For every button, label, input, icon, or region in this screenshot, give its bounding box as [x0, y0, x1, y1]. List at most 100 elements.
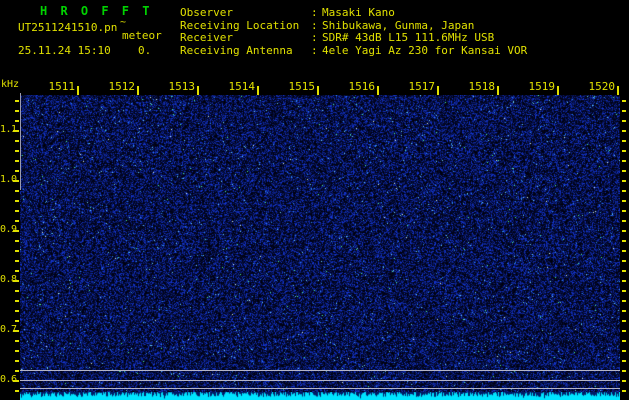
field-separator: : [311, 31, 318, 44]
freq-tick-minor [15, 120, 19, 122]
freq-tick-minor [15, 110, 19, 112]
time-tick-label: 1513 [155, 80, 195, 93]
freq-tick-right [622, 310, 626, 312]
freq-tick-right [622, 200, 626, 202]
field-label: Receiving Antenna [180, 44, 293, 57]
freq-tick-minor [15, 210, 19, 212]
freq-tick-right [622, 170, 626, 172]
freq-tick-right [622, 250, 626, 252]
freq-tick-minor [15, 290, 19, 292]
freq-tick-minor [15, 350, 19, 352]
reference-line [20, 380, 620, 381]
time-tick [557, 86, 559, 95]
field-separator: : [311, 19, 318, 32]
freq-tick-minor [15, 260, 19, 262]
freq-tick-minor [15, 370, 19, 372]
freq-tick-right [622, 220, 626, 222]
time-tick-label: 1516 [335, 80, 375, 93]
freq-tick-minor [15, 310, 19, 312]
time-tick [497, 86, 499, 95]
freq-tick-right [622, 150, 626, 152]
time-tick [197, 86, 199, 95]
field-label: Receiving Location [180, 19, 299, 32]
freq-tick-minor [15, 170, 19, 172]
freq-tick-right [622, 130, 626, 132]
time-tick [617, 86, 619, 95]
freq-tick-right [622, 350, 626, 352]
freq-tick-minor [15, 250, 19, 252]
freq-tick-minor [15, 270, 19, 272]
freq-tick-minor [15, 320, 19, 322]
field-value: Masaki Kano [322, 6, 395, 19]
reference-line [20, 388, 620, 389]
freq-tick-minor [15, 150, 19, 152]
freq-tick-minor [15, 190, 19, 192]
freq-tick-right [622, 300, 626, 302]
freq-tick-right [622, 110, 626, 112]
time-tick-label: 1512 [95, 80, 135, 93]
freq-tick-minor [15, 240, 19, 242]
field-value: SDR# 43dB L15 111.6MHz USB [322, 31, 494, 44]
freq-tick-right [622, 230, 626, 232]
freq-tick-right [622, 190, 626, 192]
freq-tick-right [622, 180, 626, 182]
freq-tick-right [622, 210, 626, 212]
station-info-row: Receiving Location: Shibukawa, Gunma, Jap… [0, 19, 629, 31]
time-tick-label: 1511 [35, 80, 75, 93]
time-tick-label: 1514 [215, 80, 255, 93]
freq-tick-right [622, 100, 626, 102]
spectrogram-canvas [20, 95, 620, 393]
signal-level-strip [20, 392, 620, 400]
freq-tick-minor [15, 300, 19, 302]
time-tick-label: 1519 [515, 80, 555, 93]
freq-tick-major [13, 180, 19, 182]
time-tick [257, 86, 259, 95]
station-info-row: Observer: Masaki Kano [0, 6, 629, 18]
freq-tick-right [622, 280, 626, 282]
time-tick [137, 86, 139, 95]
freq-tick-right [622, 140, 626, 142]
freq-tick-right [622, 360, 626, 362]
freq-tick-right [622, 290, 626, 292]
field-separator: : [311, 44, 318, 57]
freq-tick-right [622, 340, 626, 342]
freq-tick-right [622, 320, 626, 322]
freq-tick-right [622, 160, 626, 162]
hrofft-window: H R O F F T UT2511241510.pn ~ meteor 25.… [0, 0, 629, 400]
freq-tick-major [13, 230, 19, 232]
y-axis-unit-label: kHz [1, 79, 19, 90]
station-info-row: Receiver: SDR# 43dB L15 111.6MHz USB [0, 31, 629, 43]
field-label: Receiver [180, 31, 233, 44]
time-tick-label: 1520 [575, 80, 615, 93]
freq-tick-major [13, 380, 19, 382]
time-tick [317, 86, 319, 95]
time-tick [437, 86, 439, 95]
time-tick [77, 86, 79, 95]
freq-tick-minor [15, 160, 19, 162]
time-tick-label: 1515 [275, 80, 315, 93]
freq-tick-right [622, 380, 626, 382]
freq-tick-minor [15, 390, 19, 392]
freq-tick-right [622, 390, 626, 392]
freq-tick-major [13, 330, 19, 332]
freq-tick-right [622, 260, 626, 262]
freq-tick-right [622, 240, 626, 242]
freq-tick-minor [15, 340, 19, 342]
freq-tick-major [13, 280, 19, 282]
field-value: 4ele Yagi Az 230 for Kansai VOR [322, 44, 527, 57]
freq-tick-right [622, 330, 626, 332]
time-tick [377, 86, 379, 95]
freq-tick-minor [15, 360, 19, 362]
freq-tick-minor [15, 140, 19, 142]
freq-tick-major [13, 130, 19, 132]
station-info-row: Receiving Antenna:4ele Yagi Az 230 for K… [0, 44, 629, 56]
freq-tick-right [622, 370, 626, 372]
write-cursor-line [20, 93, 21, 190]
freq-tick-minor [15, 200, 19, 202]
field-label: Observer [180, 6, 233, 19]
reference-line [20, 370, 620, 371]
freq-tick-minor [15, 100, 19, 102]
time-tick-label: 1517 [395, 80, 435, 93]
field-separator: : [311, 6, 318, 19]
freq-tick-right [622, 270, 626, 272]
